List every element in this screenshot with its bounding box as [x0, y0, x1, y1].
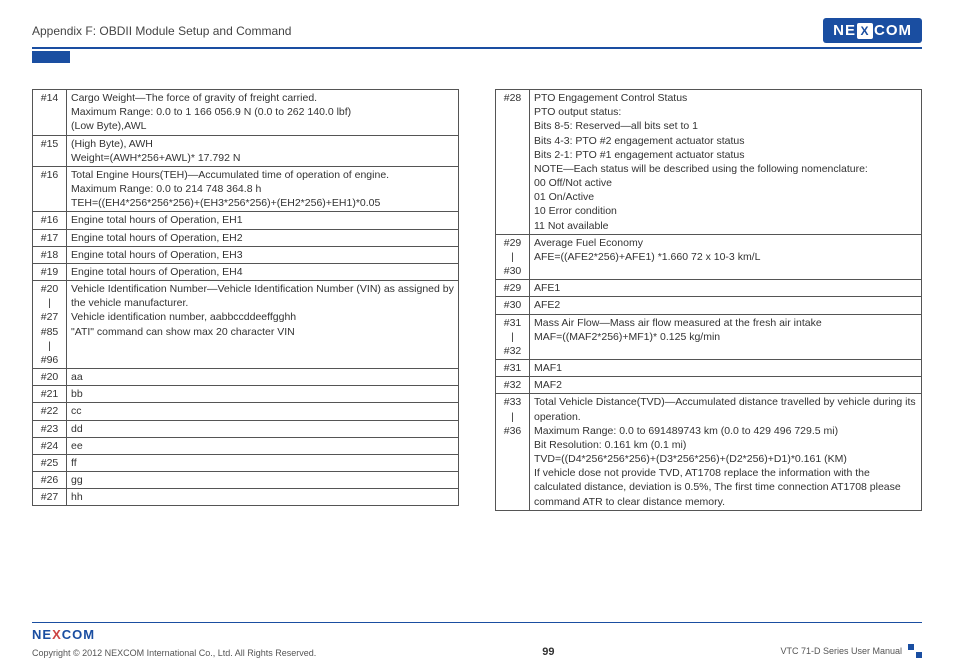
left-column: #14Cargo Weight—The force of gravity of …	[32, 89, 459, 511]
row-index: #20	[33, 369, 67, 386]
table-row: #16Total Engine Hours(TEH)—Accumulated t…	[33, 166, 459, 212]
copyright-text: Copyright © 2012 NEXCOM International Co…	[32, 648, 316, 658]
row-description: Cargo Weight—The force of gravity of fre…	[67, 90, 459, 136]
table-row: #33 | #36Total Vehicle Distance(TVD)—Acc…	[496, 394, 922, 510]
row-index: #27	[33, 489, 67, 506]
row-index: #25	[33, 454, 67, 471]
row-description: hh	[67, 489, 459, 506]
brand-logo: NEXCOM	[823, 18, 922, 43]
row-description: gg	[67, 472, 459, 489]
row-index: #29 | #30	[496, 234, 530, 280]
row-description: Total Engine Hours(TEH)—Accumulated time…	[67, 166, 459, 212]
table-row: #20aa	[33, 369, 459, 386]
table-row: #31 | #32Mass Air Flow—Mass air flow mea…	[496, 314, 922, 360]
row-description: Engine total hours of Operation, EH2	[67, 229, 459, 246]
row-index: #22	[33, 403, 67, 420]
right-table: #28PTO Engagement Control Status PTO out…	[495, 89, 922, 511]
table-row: #28PTO Engagement Control Status PTO out…	[496, 90, 922, 235]
table-row: #29AFE1	[496, 280, 922, 297]
table-row: #21bb	[33, 386, 459, 403]
row-index: #33 | #36	[496, 394, 530, 510]
table-row: #19Engine total hours of Operation, EH4	[33, 263, 459, 280]
row-index: #16	[33, 212, 67, 229]
row-description: MAF2	[530, 377, 922, 394]
row-index: #15	[33, 135, 67, 166]
row-description: ee	[67, 437, 459, 454]
footer-logo: NEXCOM	[32, 627, 922, 642]
table-row: #15(High Byte), AWH Weight=(AWH*256+AWL)…	[33, 135, 459, 166]
row-index: #31	[496, 360, 530, 377]
table-row: #30AFE2	[496, 297, 922, 314]
table-row: #24ee	[33, 437, 459, 454]
row-index: #32	[496, 377, 530, 394]
page-header: Appendix F: OBDII Module Setup and Comma…	[32, 18, 922, 49]
row-description: AFE2	[530, 297, 922, 314]
blue-tab-decoration	[32, 51, 70, 63]
row-description: Average Fuel Economy AFE=((AFE2*256)+AFE…	[530, 234, 922, 280]
table-row: #20 | #27 #85 | #96Vehicle Identificatio…	[33, 281, 459, 369]
row-description: MAF1	[530, 360, 922, 377]
row-index: #28	[496, 90, 530, 235]
row-description: Mass Air Flow—Mass air flow measured at …	[530, 314, 922, 360]
row-index: #17	[33, 229, 67, 246]
row-description: (High Byte), AWH Weight=(AWH*256+AWL)* 1…	[67, 135, 459, 166]
table-row: #22cc	[33, 403, 459, 420]
row-description: Engine total hours of Operation, EH1	[67, 212, 459, 229]
row-description: Total Vehicle Distance(TVD)—Accumulated …	[530, 394, 922, 510]
table-row: #29 | #30Average Fuel Economy AFE=((AFE2…	[496, 234, 922, 280]
manual-name: VTC 71-D Series User Manual	[780, 646, 902, 656]
right-column: #28PTO Engagement Control Status PTO out…	[495, 89, 922, 511]
row-index: #30	[496, 297, 530, 314]
left-table: #14Cargo Weight—The force of gravity of …	[32, 89, 459, 506]
row-index: #29	[496, 280, 530, 297]
row-description: PTO Engagement Control Status PTO output…	[530, 90, 922, 235]
row-index: #18	[33, 246, 67, 263]
row-description: bb	[67, 386, 459, 403]
row-description: Engine total hours of Operation, EH4	[67, 263, 459, 280]
table-row: #18Engine total hours of Operation, EH3	[33, 246, 459, 263]
row-index: #26	[33, 472, 67, 489]
row-description: ff	[67, 454, 459, 471]
table-row: #31MAF1	[496, 360, 922, 377]
row-index: #31 | #32	[496, 314, 530, 360]
row-description: cc	[67, 403, 459, 420]
table-row: #32MAF2	[496, 377, 922, 394]
table-row: #16Engine total hours of Operation, EH1	[33, 212, 459, 229]
row-index: #20 | #27 #85 | #96	[33, 281, 67, 369]
row-index: #21	[33, 386, 67, 403]
row-description: aa	[67, 369, 459, 386]
row-description: Vehicle Identification Number—Vehicle Id…	[67, 281, 459, 369]
table-row: #23dd	[33, 420, 459, 437]
table-row: #14Cargo Weight—The force of gravity of …	[33, 90, 459, 136]
row-description: dd	[67, 420, 459, 437]
header-title: Appendix F: OBDII Module Setup and Comma…	[32, 24, 291, 38]
page-footer: NEXCOM Copyright © 2012 NEXCOM Internati…	[32, 622, 922, 658]
table-row: #17Engine total hours of Operation, EH2	[33, 229, 459, 246]
table-row: #27hh	[33, 489, 459, 506]
row-index: #14	[33, 90, 67, 136]
row-index: #24	[33, 437, 67, 454]
row-index: #19	[33, 263, 67, 280]
content-columns: #14Cargo Weight—The force of gravity of …	[32, 89, 922, 511]
table-row: #26gg	[33, 472, 459, 489]
row-index: #16	[33, 166, 67, 212]
row-index: #23	[33, 420, 67, 437]
row-description: Engine total hours of Operation, EH3	[67, 246, 459, 263]
row-description: AFE1	[530, 280, 922, 297]
table-row: #25ff	[33, 454, 459, 471]
footer-icon	[908, 644, 922, 658]
page-number: 99	[542, 646, 554, 658]
